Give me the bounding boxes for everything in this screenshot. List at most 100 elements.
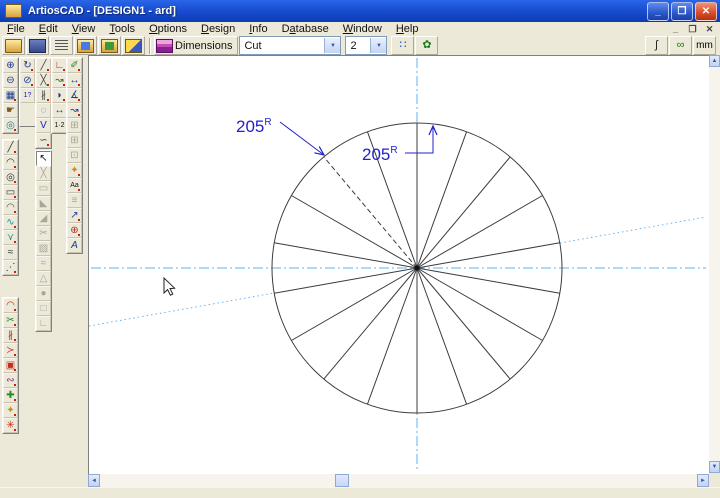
- trim-tool[interactable]: ✂: [36, 226, 51, 241]
- dimension-chain-tool[interactable]: ⊞: [67, 133, 82, 148]
- menu-window[interactable]: Window: [336, 22, 389, 36]
- register-mark-tool[interactable]: ⊕: [67, 223, 82, 238]
- pan-tool[interactable]: ☛: [3, 103, 18, 118]
- menu-tools[interactable]: Tools: [102, 22, 142, 36]
- horizontal-scroll-thumb[interactable]: [335, 474, 349, 487]
- minimize-button[interactable]: _: [647, 2, 669, 21]
- rectangle-tool[interactable]: ▭: [3, 185, 18, 200]
- s-curve-tool[interactable]: ∽: [36, 133, 51, 148]
- sequence-tool[interactable]: 1·2: [52, 118, 67, 133]
- arc-segment-tool[interactable]: ◗: [52, 88, 67, 103]
- arc-dimension-tool[interactable]: ↝: [67, 103, 82, 118]
- menu-file[interactable]: File: [0, 22, 32, 36]
- rotate-copy-tool[interactable]: ◣: [36, 196, 51, 211]
- arrow-annotation-tool[interactable]: ↗: [67, 208, 82, 223]
- scroll-down-button[interactable]: ▼: [709, 461, 720, 473]
- slope-tool[interactable]: △: [36, 271, 51, 286]
- angle-line-tool[interactable]: ╱: [36, 58, 51, 73]
- chamfer-tool[interactable]: ≻: [3, 343, 18, 358]
- design-browser-button[interactable]: [98, 36, 121, 55]
- polyline-tool[interactable]: ↝: [52, 73, 67, 88]
- menu-view[interactable]: View: [65, 22, 103, 36]
- menu-info[interactable]: Info: [242, 22, 274, 36]
- save-button[interactable]: [26, 36, 49, 55]
- chevron-down-icon[interactable]: ▼: [370, 38, 386, 53]
- layer-combo[interactable]: Cut ▼: [239, 36, 341, 55]
- step-repeat-tool[interactable]: ∟: [36, 316, 51, 331]
- construction-line-tool[interactable]: ⋰: [3, 260, 18, 275]
- mdi-close-button[interactable]: ✕: [703, 24, 716, 35]
- scroll-up-button[interactable]: ▲: [709, 55, 720, 67]
- star-tool[interactable]: ✦: [3, 403, 18, 418]
- zoom-out-tool[interactable]: ⊖: [3, 73, 18, 88]
- zoom-extents-tool[interactable]: ▦: [3, 88, 18, 103]
- menu-edit[interactable]: Edit: [32, 22, 65, 36]
- cross-line-tool[interactable]: ╳: [36, 73, 51, 88]
- copy-tool[interactable]: ▨: [36, 241, 51, 256]
- rotate-tool[interactable]: ↻: [20, 58, 35, 73]
- horizontal-dimension-tool[interactable]: ↔: [67, 73, 82, 88]
- select-tool[interactable]: ↖: [36, 151, 51, 166]
- annotation-pen-tool[interactable]: ✐: [67, 58, 82, 73]
- what-is-tool[interactable]: 1?: [20, 88, 35, 103]
- import-export-button[interactable]: [50, 36, 73, 55]
- group-select-tool[interactable]: ╳: [36, 166, 51, 181]
- scale-combo[interactable]: 2 ▼: [345, 36, 387, 55]
- view-angle-button[interactable]: ∞: [669, 36, 692, 55]
- menu-design[interactable]: Design: [194, 22, 242, 36]
- offset-tool[interactable]: ≈: [36, 256, 51, 271]
- fillet-tool[interactable]: ◠: [3, 298, 18, 313]
- branch-tool[interactable]: ⋎: [3, 230, 18, 245]
- move-tool[interactable]: ▭: [36, 181, 51, 196]
- double-arrow-tool[interactable]: ↔: [52, 103, 67, 118]
- paragraph-tool[interactable]: ≡: [67, 193, 82, 208]
- dimension-pair-tool[interactable]: ⊞: [67, 118, 82, 133]
- chevron-down-icon[interactable]: ▼: [324, 38, 340, 53]
- close-button[interactable]: ✕: [695, 2, 717, 21]
- smart-dimension-tool[interactable]: ✦: [67, 163, 82, 178]
- multi-hatch-tool[interactable]: ∦: [36, 88, 51, 103]
- line-tool[interactable]: ╱: [3, 140, 18, 155]
- circle-tool[interactable]: ◎: [3, 170, 18, 185]
- align-tool[interactable]: ✚: [3, 388, 18, 403]
- units-mm-button[interactable]: mm: [693, 36, 716, 55]
- cut-tool[interactable]: ✂: [3, 313, 18, 328]
- dotted-circle-tool[interactable]: ◌: [36, 103, 51, 118]
- curve-tool[interactable]: ◠: [3, 200, 18, 215]
- open-button[interactable]: [2, 36, 25, 55]
- scroll-right-button[interactable]: ►: [697, 474, 709, 487]
- zoom-in-tool[interactable]: ⊕: [3, 58, 18, 73]
- stretch-tool[interactable]: ▣: [3, 358, 18, 373]
- arc-tool[interactable]: ◠: [3, 155, 18, 170]
- bezier-tool[interactable]: ∿: [3, 215, 18, 230]
- refresh-view-button[interactable]: ✿: [415, 36, 438, 55]
- menu-options[interactable]: Options: [142, 22, 194, 36]
- italic-text-tool[interactable]: A: [67, 238, 82, 253]
- menu-help[interactable]: Help: [389, 22, 426, 36]
- scroll-left-button[interactable]: ◄: [88, 474, 100, 487]
- horizontal-scrollbar[interactable]: ◄ ►: [88, 474, 709, 487]
- pointer-snap-button[interactable]: ʃ: [645, 36, 668, 55]
- angle-dimension-tool[interactable]: ∡: [67, 88, 82, 103]
- view-mode-tool[interactable]: ◎: [3, 118, 18, 133]
- fill-tool[interactable]: ●: [36, 286, 51, 301]
- hatch-tool[interactable]: ∦: [3, 328, 18, 343]
- dimensions-toggle-button[interactable]: Dimensions: [154, 36, 238, 55]
- mirror-tool[interactable]: ⊘: [20, 73, 35, 88]
- corner-tool[interactable]: ∟: [52, 58, 67, 73]
- dimension-box-tool[interactable]: ⊡: [67, 148, 82, 163]
- mdi-minimize-button[interactable]: _: [669, 24, 682, 35]
- scale-tool[interactable]: ◢: [36, 211, 51, 226]
- zigzag-tool[interactable]: ∾: [3, 373, 18, 388]
- standards-catalog-button[interactable]: [122, 36, 145, 55]
- snap-options-button[interactable]: ∷: [391, 36, 414, 55]
- vertical-scrollbar[interactable]: ▲ ▼: [709, 55, 720, 473]
- wave-tool[interactable]: ≈: [3, 245, 18, 260]
- restore-button[interactable]: ❐: [671, 2, 693, 21]
- pinwheel-tool[interactable]: ✳: [3, 418, 18, 433]
- workspace-browser-button[interactable]: [74, 36, 97, 55]
- transform-tool[interactable]: □: [36, 301, 51, 316]
- mdi-restore-button[interactable]: ❐: [686, 24, 699, 35]
- text-tool[interactable]: Aa: [67, 178, 82, 193]
- menu-database[interactable]: Database: [275, 22, 336, 36]
